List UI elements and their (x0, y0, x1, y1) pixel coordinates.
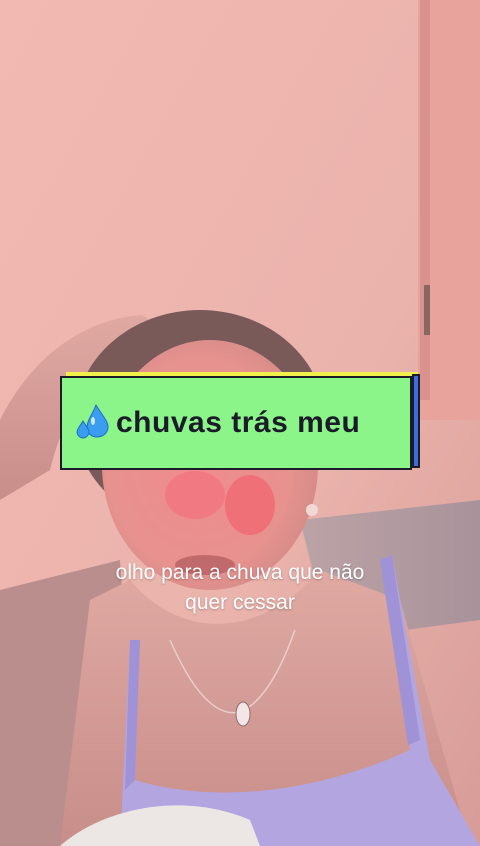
pendant (235, 701, 251, 727)
text-sticker[interactable]: chuvas trás meu (60, 374, 420, 470)
caption-line-2: quer cessar (185, 591, 295, 614)
sweat-droplets-icon (74, 403, 112, 443)
cheek (225, 475, 275, 535)
caption: olho para a chuva que não quer cessar (40, 558, 440, 618)
sticker-text: chuvas trás meu (116, 406, 361, 439)
door-frame (420, 0, 430, 400)
door-hinge (424, 285, 430, 335)
earring (306, 504, 318, 516)
nose (165, 471, 225, 519)
caption-line-1: olho para a chuva que não (115, 561, 365, 584)
